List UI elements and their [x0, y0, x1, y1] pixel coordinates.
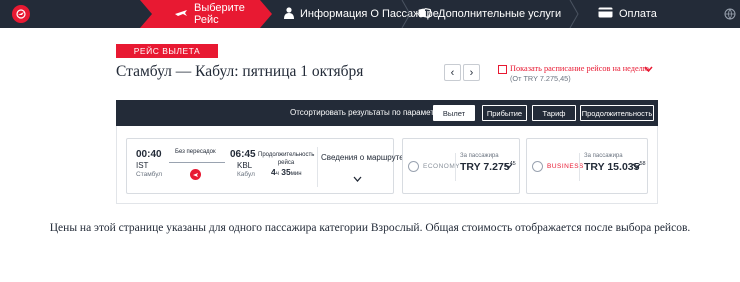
departure-city: Стамбул [136, 171, 163, 178]
flight-card[interactable]: 00:40 IST Стамбул Без пересадок 06:45 KB… [126, 138, 404, 194]
per-passenger-label: За пассажира [584, 153, 623, 159]
duration-hours-unit: ч [275, 171, 279, 177]
step-passenger-info[interactable]: Информация О Пассажире [284, 0, 439, 28]
calendar-icon [498, 65, 507, 74]
stops-label: Без пересадок [175, 149, 216, 155]
fare-radio[interactable] [408, 161, 419, 172]
divider [579, 153, 580, 181]
sort-arrival-button[interactable]: Прибытие [482, 105, 527, 121]
airline-logo[interactable] [0, 0, 42, 28]
step-select-flight[interactable]: Выберите Рейс [152, 0, 260, 28]
airline-logo-icon [190, 169, 201, 180]
step-label: Оплата [619, 8, 657, 20]
step-label: Дополнительные услуги [438, 8, 562, 20]
route-details-link[interactable]: Сведения о маршруте [321, 153, 404, 162]
step-chevron [140, 0, 152, 28]
schedule-min-price: (От TRY 7.275,45) [510, 74, 571, 83]
sort-departure-button[interactable]: Вылет [433, 105, 475, 121]
step-payment[interactable]: Оплата [598, 0, 657, 28]
fare-business[interactable]: BUSINESS За пассажира TRY 15.03558 [526, 138, 648, 194]
departure-airport-code: IST [136, 161, 149, 170]
chevron-left-icon: ‹ [450, 66, 455, 79]
per-passenger-label: За пассажира [460, 153, 499, 159]
arrival-time: 06:45 [230, 149, 256, 160]
chevron-right-icon: › [469, 66, 474, 79]
schedule-link-label[interactable]: Показать расписание рейсов на неделю [510, 64, 649, 73]
chevron-down-icon[interactable] [504, 161, 513, 171]
fare-radio[interactable] [532, 161, 543, 172]
extras-icon [418, 7, 432, 22]
plane-icon [174, 7, 188, 21]
step-extras[interactable]: Дополнительные услуги [418, 0, 561, 28]
logo-mark [12, 5, 30, 23]
duration-label: Продолжительность рейса [258, 152, 315, 166]
chevron-down-icon[interactable] [632, 161, 641, 171]
fare-economy[interactable]: ECONOMY За пассажира TRY 7.27545 [402, 138, 520, 194]
currency: TRY [460, 161, 481, 173]
duration-minutes: 35 [281, 167, 291, 177]
next-day-button[interactable]: › [463, 64, 480, 81]
arrival-airport-code: KBL [237, 161, 253, 170]
step-chevron [401, 0, 411, 28]
page-title: Стамбул — Кабул: пятница 1 октября [116, 63, 364, 80]
price-footnote: Цены на этой странице указаны для одного… [49, 222, 691, 234]
card-icon [598, 7, 613, 21]
globe-icon[interactable] [722, 6, 738, 22]
flight-duration: 4ч 35мин [271, 167, 302, 177]
divider [317, 147, 318, 187]
sort-bar: Отсортировать результаты по параметру Вы… [116, 100, 658, 126]
chevron-down-icon[interactable] [644, 64, 653, 74]
person-icon [284, 6, 294, 22]
divider [455, 153, 456, 181]
prev-day-button[interactable]: ‹ [444, 64, 461, 81]
currency: TRY [584, 161, 605, 173]
sort-fare-button[interactable]: Тариф [532, 105, 576, 121]
arrival-city: Кабул [237, 171, 255, 178]
step-label: Выберите Рейс [194, 2, 245, 26]
route-line [169, 162, 225, 163]
step-chevron [569, 0, 579, 28]
departure-time: 00:40 [136, 149, 162, 160]
sort-label: Отсортировать результаты по параметру [290, 108, 443, 117]
departure-flight-tag: РЕЙС ВЫЛЕТА [116, 44, 218, 58]
chevron-down-icon[interactable] [353, 169, 362, 187]
step-chevron [260, 0, 272, 28]
sort-duration-button[interactable]: Продолжительность [580, 105, 654, 121]
duration-minutes-unit: мин [290, 171, 302, 177]
